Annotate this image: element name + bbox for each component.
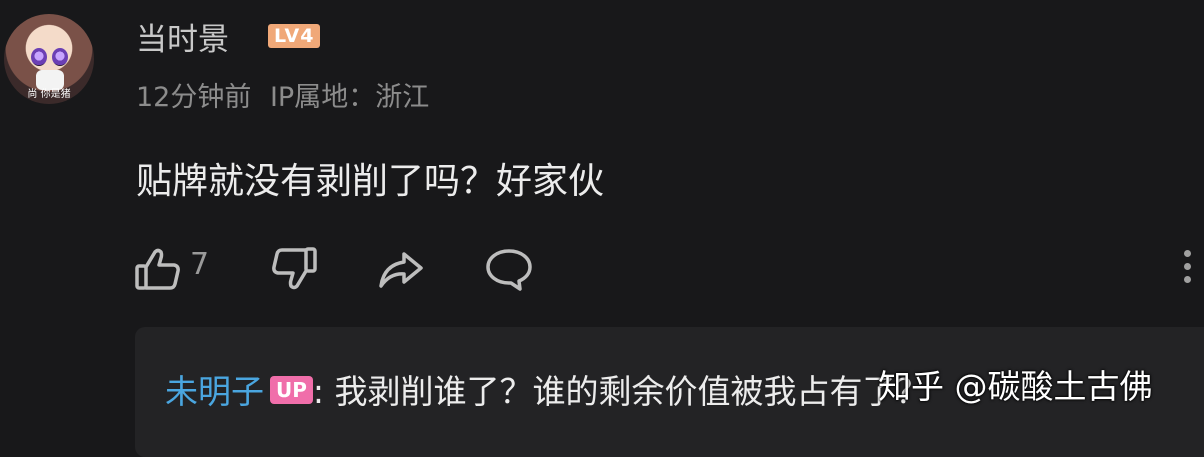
avatar-caption: 尚 你是猪: [27, 89, 71, 100]
like-button[interactable]: [134, 245, 182, 297]
avatar-eye: [52, 48, 68, 66]
comment-text: 贴牌就没有剥削了吗？好家伙: [136, 161, 605, 202]
like-count: 7: [190, 247, 210, 282]
up-badge: UP: [270, 376, 313, 404]
reply-separator: :: [312, 372, 325, 411]
comment-time: 12分钟前: [136, 82, 252, 113]
share-icon[interactable]: [377, 245, 425, 293]
avatar[interactable]: 尚 你是猪: [4, 14, 94, 104]
more-dot: [1183, 263, 1191, 270]
more-dot: [1183, 276, 1191, 283]
thumbs-up-icon[interactable]: [134, 245, 182, 293]
avatar-eye: [31, 48, 47, 66]
share-button[interactable]: [377, 245, 425, 297]
ip-location: IP属地：浙江: [269, 82, 430, 113]
more-dot: [1183, 250, 1191, 257]
reply-icon[interactable]: [485, 245, 533, 293]
dislike-button[interactable]: [270, 245, 318, 297]
thumbs-down-icon[interactable]: [270, 245, 318, 293]
reply-button[interactable]: [485, 245, 533, 297]
level-badge: LV4: [268, 24, 321, 48]
watermark: 知乎 @碳酸土古佛: [878, 367, 1153, 406]
reply-line: 未明子 UP: 我剥削谁了？谁的剩余价值被我占有了？: [165, 365, 929, 413]
reply-text: 我剥削谁了？谁的剩余价值被我占有了？: [324, 372, 929, 411]
reply-username[interactable]: 未明子: [165, 372, 264, 411]
more-icon[interactable]: [1180, 250, 1194, 289]
comment-username[interactable]: 当时景: [136, 14, 229, 59]
comment-meta: 12分钟前 IP属地：浙江: [136, 75, 429, 114]
